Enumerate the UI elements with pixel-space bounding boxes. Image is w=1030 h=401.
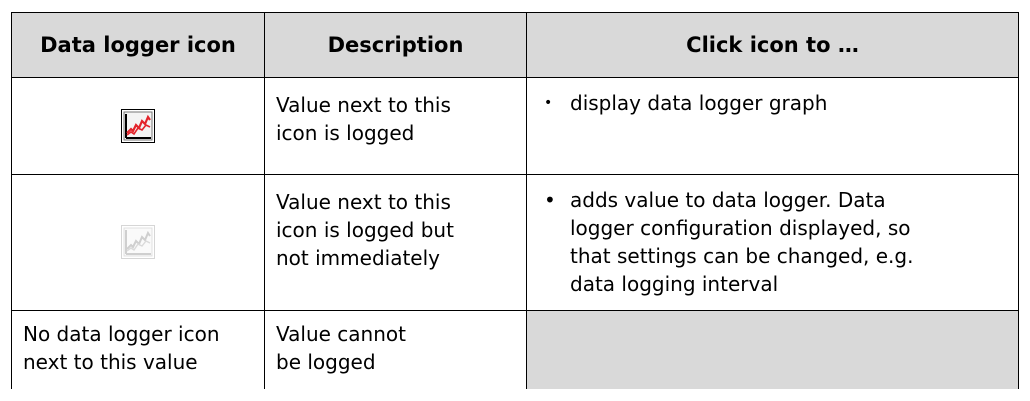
action-line: display data logger graph [570,91,828,115]
description-line: Value next to this [276,190,451,214]
action-line: logger configuration displayed, so [570,216,911,240]
header-description: Description [264,12,527,78]
description-line: icon is logged [276,121,415,145]
table-row: No data logger icon next to this value V… [11,310,1019,389]
no-icon-line: No data logger icon [23,322,220,346]
action-line: data logging interval [570,272,779,296]
data-logger-active-icon-graphic [121,108,155,143]
description-line: Value cannot [276,322,406,346]
no-icon-line: next to this value [23,350,198,374]
data-logger-inactive-icon-graphic [121,225,155,259]
action-cell: • adds value to data logger. Data logger… [526,174,1019,311]
description-line: Value next to this [276,93,451,117]
empty-action-cell [526,310,1019,389]
description-cell: Value cannot be logged [264,310,527,389]
icon-cell: No data logger icon next to this value [11,310,265,389]
header-row: Data logger icon Description Click icon … [11,12,1019,78]
bullet-mark: • [544,95,553,111]
table-row: Value next to this icon is logged • disp… [11,77,1019,175]
description-line: be logged [276,350,376,374]
icon-cell [11,77,265,175]
data-logger-inactive-icon[interactable] [121,225,155,259]
header-click-icon-to: Click icon to … [526,12,1019,78]
description-line: icon is logged but [276,218,454,242]
action-line: adds value to data logger. Data [570,188,886,212]
icon-cell [11,174,265,311]
action-cell: • display data logger graph [526,77,1019,175]
header-data-logger-icon: Data logger icon [11,12,265,78]
data-logger-icon-table: Data logger icon Description Click icon … [11,12,1019,389]
table-row: Value next to this icon is logged but no… [11,174,1019,311]
description-cell: Value next to this icon is logged but no… [264,174,527,311]
description-line: not immediately [276,246,440,270]
action-line: that settings can be changed, e.g. [570,244,914,268]
data-logger-active-icon[interactable] [121,108,155,143]
bullet-mark: • [544,188,556,212]
description-cell: Value next to this icon is logged [264,77,527,175]
